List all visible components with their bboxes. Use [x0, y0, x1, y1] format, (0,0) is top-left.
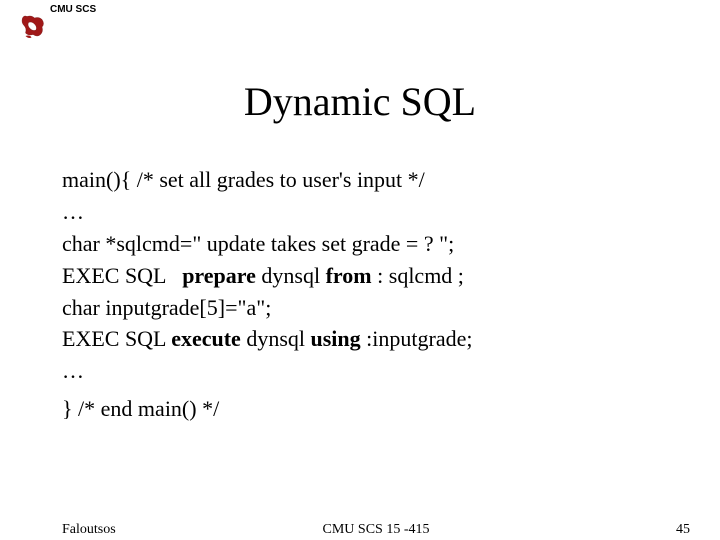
code-block: main(){ /* set all grades to user's inpu… [62, 164, 662, 425]
cmu-dragon-logo [18, 12, 48, 42]
slide-title: Dynamic SQL [0, 78, 720, 125]
footer-course: CMU SCS 15 -415 [62, 522, 690, 538]
header-institution-label: CMU SCS [50, 4, 96, 15]
code-line: char *sqlcmd=" update takes set grade = … [62, 228, 662, 260]
code-line: EXEC SQL prepare dynsql from : sqlcmd ; [62, 260, 662, 292]
code-line: … [62, 196, 662, 228]
code-line: main(){ /* set all grades to user's inpu… [62, 164, 662, 196]
slide-number: 45 [676, 522, 690, 538]
code-line: char inputgrade[5]="a"; [62, 292, 662, 324]
code-line: … [62, 355, 662, 387]
code-line: } /* end main() */ [62, 393, 662, 425]
code-line: EXEC SQL execute dynsql using :inputgrad… [62, 323, 662, 355]
